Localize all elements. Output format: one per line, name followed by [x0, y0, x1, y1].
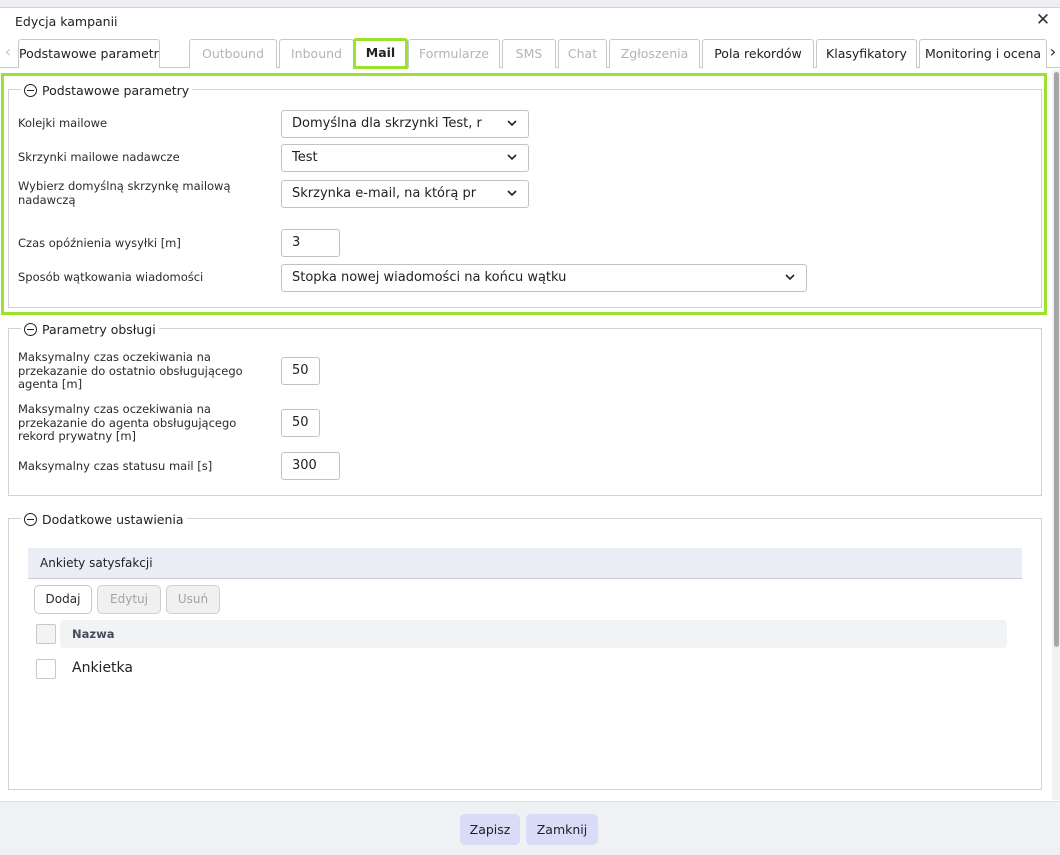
tabs-scroll-right-icon[interactable]: › — [1047, 42, 1059, 64]
tab-podstawowe-parametry[interactable]: Podstawowe parametry — [18, 39, 160, 68]
label-line: rekord prywatny [m] — [18, 429, 137, 443]
row-checkbox[interactable] — [36, 659, 56, 679]
collapse-icon[interactable] — [24, 322, 37, 336]
tab-klasyfikatory[interactable]: Klasyfikatory — [816, 39, 917, 68]
extra-settings-legend: Dodatkowe ustawienia — [21, 509, 187, 529]
dialog-title: Edycja kampanii — [15, 14, 118, 29]
label-line: przekazanie do ostatnio obsługującego — [18, 363, 243, 378]
label-line: przekazanie do agenta obsługującego — [18, 415, 237, 430]
wait-last-agent-label: Maksymalny czas oczekiwania na przekazan… — [18, 350, 243, 392]
close-button[interactable]: Zamknij — [526, 814, 598, 845]
select-all-checkbox[interactable] — [36, 624, 56, 644]
extra-settings-title: Dodatkowe ustawienia — [42, 511, 184, 527]
wait-private-input[interactable]: 50 — [281, 409, 320, 437]
wait-private-label: Maksymalny czas oczekiwania na przekazan… — [18, 402, 237, 444]
tabs-scroll-left-icon[interactable]: ‹ — [2, 42, 14, 64]
wait-last-agent-input[interactable]: 50 — [281, 357, 320, 385]
dialog-titlebar: Edycja kampanii ✕ — [0, 8, 1060, 36]
highlight-frame — [1, 73, 1047, 315]
column-header-name[interactable]: Nazwa — [60, 620, 1007, 648]
mail-status-input[interactable]: 300 — [281, 452, 340, 480]
label-line: Maksymalny czas oczekiwania na — [18, 402, 211, 416]
collapse-icon[interactable] — [24, 512, 37, 526]
tab-inbound[interactable]: Inbound — [279, 39, 354, 68]
save-button[interactable]: Zapisz — [460, 814, 520, 845]
service-parameters-title: Parametry obsługi — [42, 321, 156, 337]
vertical-scrollbar-thumb[interactable] — [1054, 72, 1059, 647]
tab-zgloszenia[interactable]: Zgłoszenia — [609, 39, 700, 68]
survey-row-name[interactable]: Ankietka — [72, 660, 133, 676]
add-button[interactable]: Dodaj — [34, 585, 92, 614]
tab-monitoring-i-ocena[interactable]: Monitoring i ocena — [919, 39, 1047, 68]
tab-pola-rekordow[interactable]: Pola rekordów — [702, 39, 814, 68]
tab-bar: ‹ Podstawowe parametry Outbound Inbound … — [0, 38, 1060, 69]
label-line: Maksymalny czas oczekiwania na — [18, 350, 211, 364]
mail-status-label: Maksymalny czas statusu mail [s] — [18, 459, 213, 473]
top-strip — [0, 0, 1060, 8]
service-parameters-legend: Parametry obsługi — [21, 319, 159, 339]
delete-button[interactable]: Usuń — [166, 585, 220, 614]
close-icon[interactable]: ✕ — [1034, 11, 1052, 29]
tab-outbound[interactable]: Outbound — [189, 39, 277, 68]
label-line: agenta [m] — [18, 377, 83, 391]
edit-button[interactable]: Edytuj — [97, 585, 161, 614]
tab-sms[interactable]: SMS — [502, 39, 556, 68]
tab-formularze[interactable]: Formularze — [408, 39, 500, 68]
surveys-header: Ankiety satysfakcji — [28, 548, 1022, 579]
tab-mail[interactable]: Mail — [353, 38, 408, 69]
tab-chat[interactable]: Chat — [558, 39, 607, 68]
